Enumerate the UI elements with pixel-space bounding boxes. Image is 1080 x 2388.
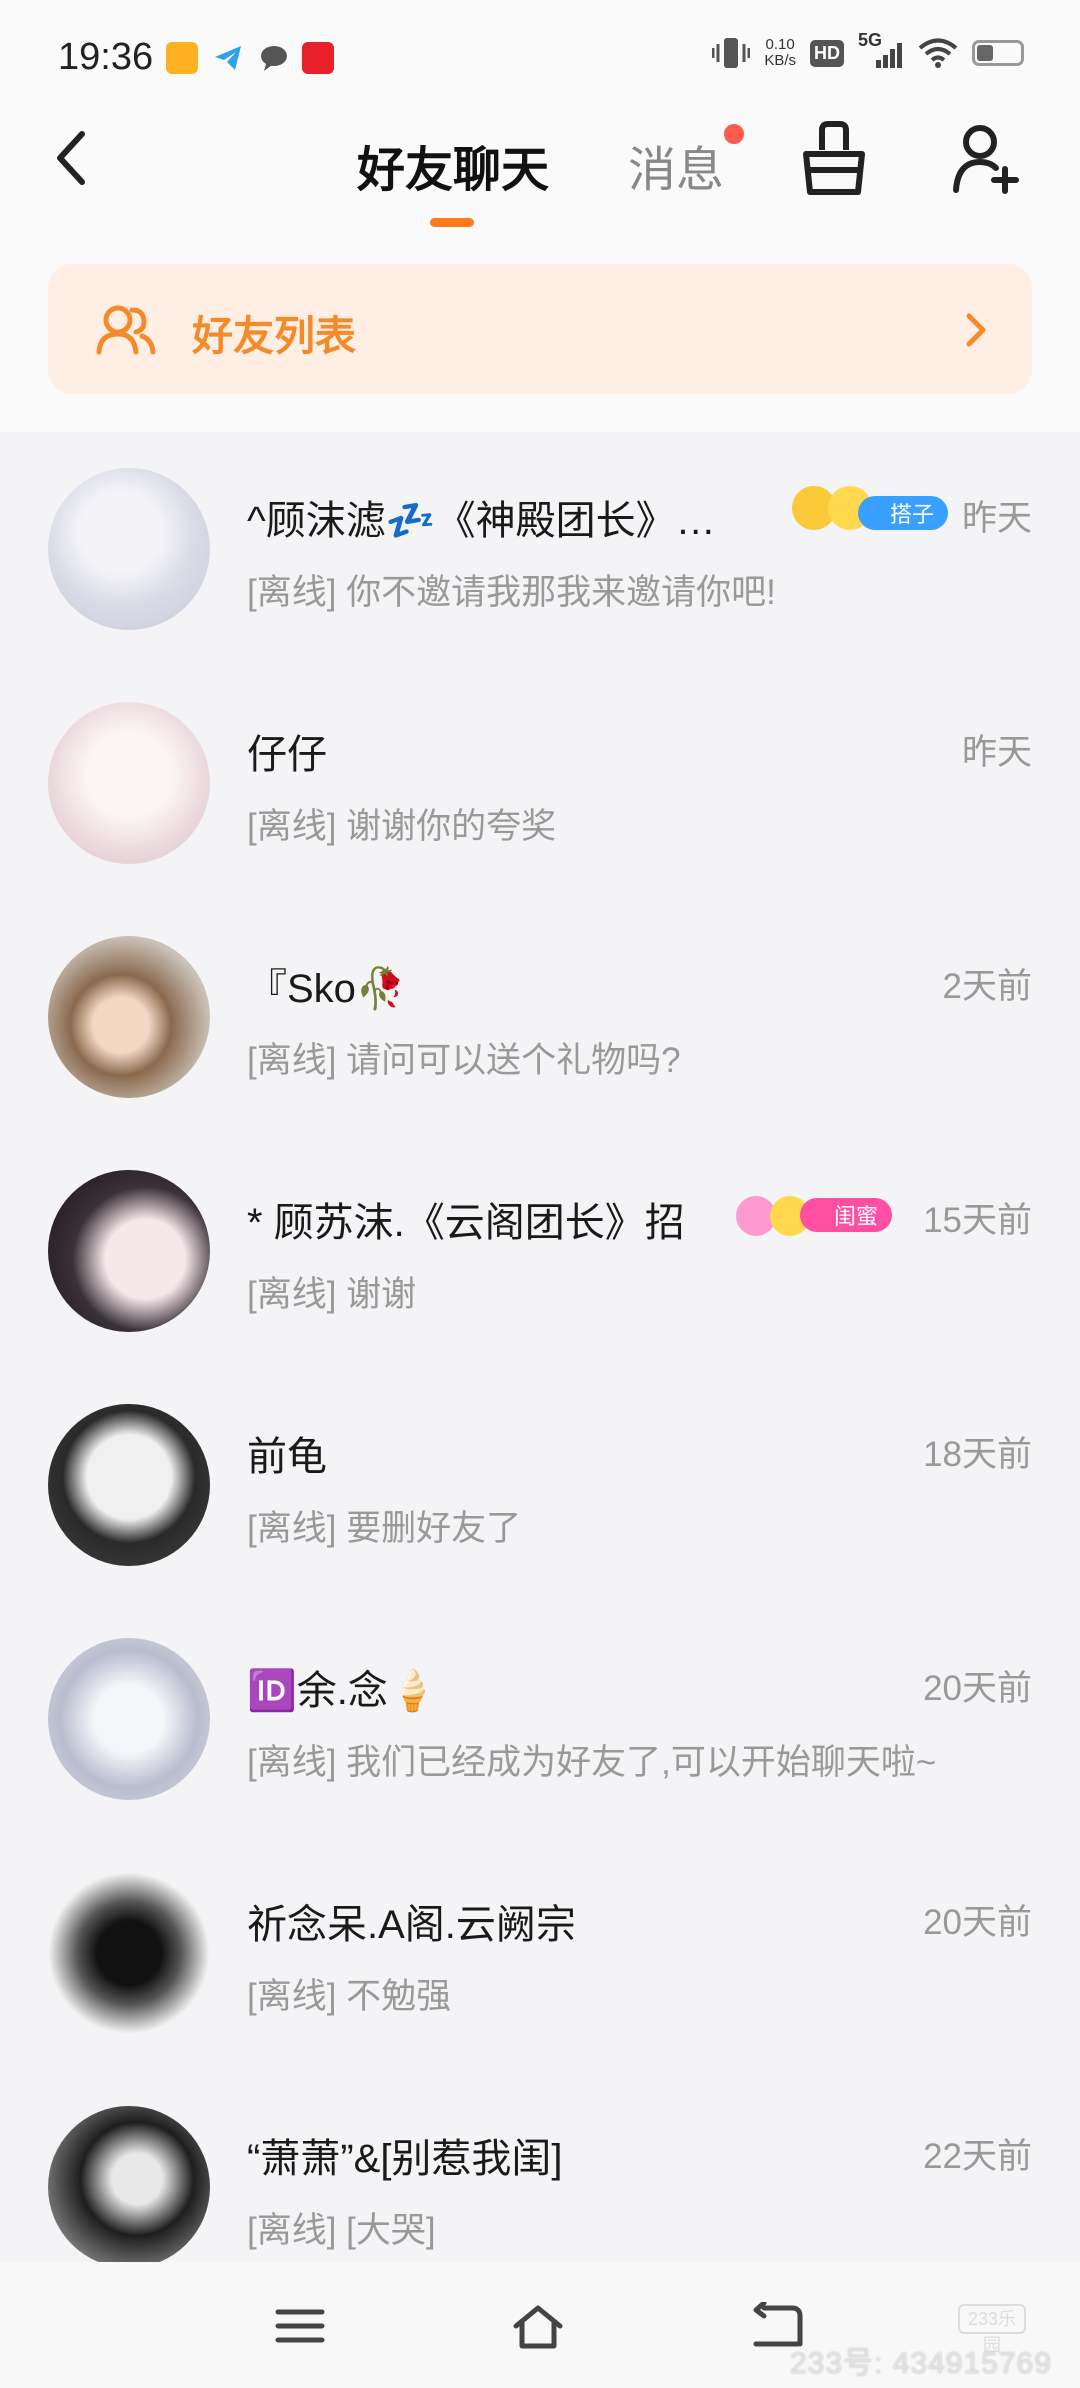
chat-name: 祈念呆.A阁.云阙宗 [247, 1903, 576, 1947]
net-speed-unit: KB/s [764, 52, 796, 69]
tab-friends-chat[interactable]: 好友聊天 [357, 130, 549, 200]
header: 好友聊天 消息 [0, 110, 1080, 250]
chat-time: 昨天 [961, 499, 1032, 538]
chat-row[interactable]: 祈念呆.A阁.云阙宗 20天前 [离线] 不勉强 [0, 1836, 1080, 2070]
chat-time: 22天前 [923, 2137, 1032, 2176]
friend-list-label: 好友列表 [192, 313, 356, 359]
home-icon[interactable] [512, 2302, 564, 2350]
chat-preview: [离线] 谢谢你的夸奖 [247, 807, 557, 846]
chat-row[interactable]: 前龟 18天前 [离线] 要删好友了 [0, 1368, 1080, 1602]
chat-time: 18天前 [923, 1435, 1032, 1474]
chat-time: 15天前 [923, 1201, 1032, 1240]
chat-row[interactable]: 🆔余.念🍦 20天前 [离线] 我们已经成为好友了,可以开始聊天啦~ [0, 1602, 1080, 1836]
video-app-icon [166, 42, 198, 74]
status-bar: 19:36 0.10 KB/s HD 5G [0, 0, 1080, 110]
chat-name: “萧萧”&[别惹我闺] [247, 2137, 563, 2181]
chat-row[interactable]: 仔仔 昨天 [离线] 谢谢你的夸奖 [0, 666, 1080, 900]
gift-app-icon [302, 42, 334, 74]
clean-broom-icon[interactable] [800, 120, 868, 196]
avatar [48, 2106, 210, 2268]
friend-list-banner[interactable]: 好友列表 [48, 264, 1032, 394]
watermark-logo: 233乐园 [958, 2304, 1026, 2355]
add-friend-icon[interactable] [950, 122, 1020, 194]
battery-icon [972, 40, 1024, 66]
menu-icon[interactable] [274, 2302, 326, 2350]
back-arrow-icon[interactable] [52, 128, 92, 188]
avatar [48, 936, 210, 1098]
telegram-app-icon [212, 42, 244, 74]
badge-label: 闺蜜 [833, 1204, 878, 1229]
relation-badge: 搭子 [858, 496, 948, 530]
chat-preview: [离线] 我们已经成为好友了,可以开始聊天啦~ [247, 1743, 937, 1782]
chevron-right-icon [966, 313, 986, 347]
chat-name: 🆔余.念🍦 [247, 1669, 438, 1713]
chat-preview: [离线] 你不邀请我那我来邀请你吧! [247, 573, 776, 612]
chat-row[interactable]: ^顾沫滤💤《神殿团长》… 搭子 昨天 [离线] 你不邀请我那我来邀请你吧! [0, 432, 1080, 666]
chat-name: 前龟 [247, 1435, 327, 1479]
net-speed: 0.10 KB/s [764, 37, 796, 69]
avatar [48, 1638, 210, 1800]
signal-icon: 5G [858, 30, 904, 70]
chat-time: 昨天 [961, 733, 1032, 772]
avatar [48, 1170, 210, 1332]
chat-row[interactable]: 『Sko🥀 2天前 [离线] 请问可以送个礼物吗? [0, 900, 1080, 1134]
wifi-icon [918, 38, 958, 68]
avatar [48, 1872, 210, 2034]
status-right: 0.10 KB/s HD 5G [712, 30, 1024, 70]
chat-preview: [离线] 要删好友了 [247, 1509, 522, 1548]
net-speed-value: 0.10 [765, 36, 795, 53]
avatar [48, 468, 210, 630]
chat-name: 『Sko🥀 [247, 967, 406, 1011]
chat-time: 20天前 [923, 1669, 1032, 1708]
chat-preview: [离线] 谢谢 [247, 1275, 417, 1314]
chat-preview: [离线] 不勉强 [247, 1977, 452, 2016]
avatar [48, 1404, 210, 1566]
chat-preview: [离线] [大哭] [247, 2211, 436, 2250]
vibrate-icon [712, 38, 751, 68]
chat-name: * 顾苏沫.《云阁团长》招 [247, 1201, 685, 1245]
watermark-text: 233号: 434915769 [790, 2347, 1052, 2380]
active-tab-indicator [430, 218, 474, 227]
unread-dot [724, 124, 744, 144]
chat-name: 仔仔 [247, 733, 327, 777]
chat-preview: [离线] 请问可以送个礼物吗? [247, 1041, 681, 1080]
chat-time: 2天前 [942, 967, 1032, 1006]
tab-messages[interactable]: 消息 [628, 130, 724, 200]
friends-icon [96, 305, 156, 355]
chat-time: 20天前 [923, 1903, 1032, 1942]
hd-icon: HD [810, 39, 844, 67]
badge-label: 搭子 [889, 502, 934, 527]
chat-row[interactable]: * 顾苏沫.《云阁团长》招 闺蜜 15天前 [离线] 谢谢 [0, 1134, 1080, 1368]
avatar [48, 702, 210, 864]
chat-app-icon [258, 42, 290, 74]
chat-name: ^顾沫滤💤《神殿团长》… [247, 499, 716, 543]
relation-badge: 闺蜜 [800, 1198, 892, 1232]
